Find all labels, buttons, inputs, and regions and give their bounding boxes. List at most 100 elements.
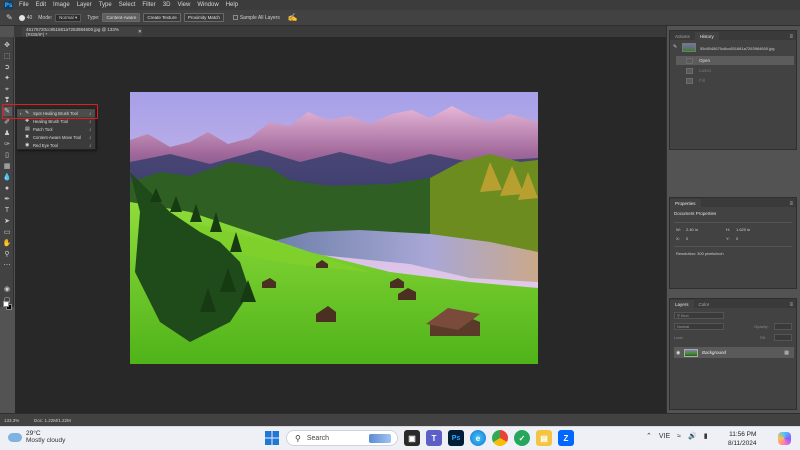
brush-preview-icon[interactable] (18, 14, 25, 21)
weather-temperature: 29°C (26, 430, 41, 437)
brush-size-value[interactable]: 40 (27, 15, 33, 21)
zalo-icon[interactable]: Z (558, 430, 574, 446)
layer-row-background[interactable]: ◉ Background ▦ (674, 347, 794, 358)
zoom-tool-icon[interactable]: ⚲ (2, 250, 12, 259)
pen-tool-icon[interactable]: ✒ (2, 195, 12, 204)
create-texture-button[interactable]: Create Texture (143, 13, 181, 22)
language-indicator[interactable]: VIE (659, 433, 670, 440)
copilot-icon[interactable] (778, 432, 791, 445)
weather-widget[interactable]: 29°C Mostly cloudy (8, 430, 65, 444)
content-aware-button[interactable]: Content-Aware (102, 13, 141, 22)
flyout-item-red-eye[interactable]: ◉ Red Eye Tool J (17, 141, 95, 149)
type-label: Type: (87, 14, 100, 21)
opacity-field[interactable] (774, 323, 792, 330)
tab-actions[interactable]: Actions (670, 32, 695, 40)
menu-image[interactable]: Image (53, 2, 70, 8)
system-tray: ⌃ VIE ≈ 🔊 ▮ (646, 432, 715, 441)
document-tab-title: 45176720cc851681a7263984600.jpg @ 133% (… (26, 26, 119, 37)
flyout-item-patch[interactable]: ▤ Patch Tool J (17, 125, 95, 133)
wifi-icon[interactable]: ≈ (677, 433, 681, 440)
tab-layers[interactable]: Layers (670, 300, 694, 308)
sample-all-layers-label: Sample All Layers (239, 14, 280, 21)
more-tools-icon[interactable]: ⋯ (2, 261, 12, 270)
chevron-up-icon[interactable]: ⌃ (646, 432, 652, 440)
move-tool-icon[interactable]: ✥ (2, 41, 12, 50)
eraser-tool-icon[interactable]: ▯ (2, 151, 12, 160)
height-value[interactable]: 1.620 in (736, 227, 750, 232)
menu-3d[interactable]: 3D (163, 2, 171, 8)
y-value[interactable]: 0 (736, 236, 738, 241)
menu-window[interactable]: Window (197, 2, 218, 8)
path-selection-tool-icon[interactable]: ➤ (2, 217, 12, 226)
shortcut-key: J (89, 134, 91, 140)
menu-select[interactable]: Select (119, 2, 136, 8)
history-state-open[interactable]: Open (676, 56, 794, 65)
type-tool-icon[interactable]: T (2, 206, 12, 215)
edge-icon[interactable]: e (470, 430, 486, 446)
divider (674, 222, 792, 223)
panel-menu-icon[interactable]: ≡ (789, 201, 796, 207)
magic-wand-tool-icon[interactable]: ✦ (2, 74, 12, 83)
history-brush-tool-icon[interactable]: ✑ (2, 140, 12, 149)
clone-stamp-tool-icon[interactable]: ♟ (2, 129, 12, 138)
tab-color[interactable]: Color (694, 300, 715, 308)
taskbar-search-input[interactable]: ⚲ Search (286, 430, 398, 446)
marquee-tool-icon[interactable]: ⬚ (2, 52, 12, 61)
brush-tool-icon[interactable]: ✐ (2, 118, 12, 127)
rectangle-tool-icon[interactable]: ▭ (2, 228, 12, 237)
blend-mode-select[interactable]: Normal (674, 323, 724, 330)
sample-all-layers-checkbox[interactable] (232, 15, 238, 20)
photoshop-taskbar-icon[interactable]: Ps (448, 430, 464, 446)
task-view-icon[interactable]: ▣ (404, 430, 420, 446)
windows-taskbar: 29°C Mostly cloudy ⚲ Search ▣ T Ps e ✓ ▤… (0, 426, 800, 450)
gradient-tool-icon[interactable]: ▦ (2, 162, 12, 171)
spot-healing-tool-icon[interactable]: ✎ (6, 13, 13, 22)
zoom-level[interactable]: 133.3% (4, 418, 34, 423)
history-snapshot[interactable]: ✎ 55c5045670c8cc851681a7263984600.jpg (670, 40, 796, 56)
hand-tool-icon[interactable]: ✋ (2, 239, 12, 248)
chrome-icon[interactable] (492, 430, 508, 446)
file-explorer-icon[interactable]: ▤ (536, 430, 552, 446)
dodge-tool-icon[interactable]: ● (2, 184, 12, 193)
pressure-size-icon[interactable]: ✍ (288, 13, 298, 22)
menu-type[interactable]: Type (99, 2, 112, 8)
menu-filter[interactable]: Filter (142, 2, 155, 8)
lasso-tool-icon[interactable]: ➲ (2, 63, 12, 72)
menu-layer[interactable]: Layer (77, 2, 92, 8)
mode-select[interactable]: Normal ▾ (55, 13, 82, 22)
tab-properties[interactable]: Properties (670, 199, 701, 207)
blur-tool-icon[interactable]: 💧 (2, 173, 12, 182)
layers-panel-tabs: Layers Color ≡ (670, 299, 796, 308)
quick-mask-icon[interactable]: ◉ (2, 285, 12, 294)
menu-file[interactable]: File (19, 2, 29, 8)
history-state-fill[interactable]: Fill (676, 76, 794, 85)
panel-menu-icon[interactable]: ≡ (789, 302, 796, 308)
cloud-icon (8, 432, 22, 442)
teams-icon[interactable]: T (426, 430, 442, 446)
x-value[interactable]: 0 (686, 236, 688, 241)
windows-start-icon[interactable] (264, 430, 280, 446)
visibility-eye-icon[interactable]: ◉ (676, 350, 680, 356)
volume-icon[interactable]: 🔊 (688, 432, 697, 440)
app-green-icon[interactable]: ✓ (514, 430, 530, 446)
crop-tool-icon[interactable]: ⌖ (2, 85, 12, 94)
close-tab-icon[interactable]: ✕ (138, 29, 142, 35)
tab-history[interactable]: History (694, 32, 719, 40)
menu-help[interactable]: Help (226, 2, 238, 8)
taskbar-clock[interactable]: 11:56 PM 8/11/2024 (728, 430, 756, 448)
fill-field[interactable] (774, 334, 792, 341)
proximity-match-button[interactable]: Proximity Match (183, 13, 224, 22)
document-size[interactable]: Doc: 1.22M/1.22M (34, 418, 71, 423)
landscape-image[interactable] (130, 92, 538, 364)
history-state-lasso[interactable]: Lasso (676, 66, 794, 75)
menu-edit[interactable]: Edit (36, 2, 46, 8)
lock-icon[interactable]: ▦ (784, 350, 789, 356)
red-eye-icon: ◉ (25, 142, 30, 148)
document-tab[interactable]: 45176720cc851681a7263984600.jpg @ 133% (… (22, 26, 142, 37)
battery-icon[interactable]: ▮ (704, 432, 708, 440)
layer-filter-select[interactable]: ⚲ Kind (674, 312, 724, 319)
menu-view[interactable]: View (177, 2, 190, 8)
width-value[interactable]: 2.40 in (686, 227, 698, 232)
flyout-item-content-aware-move[interactable]: ✖ Content-Aware Move Tool J (17, 133, 95, 141)
screen-mode-icon[interactable]: ▢ (2, 296, 12, 305)
